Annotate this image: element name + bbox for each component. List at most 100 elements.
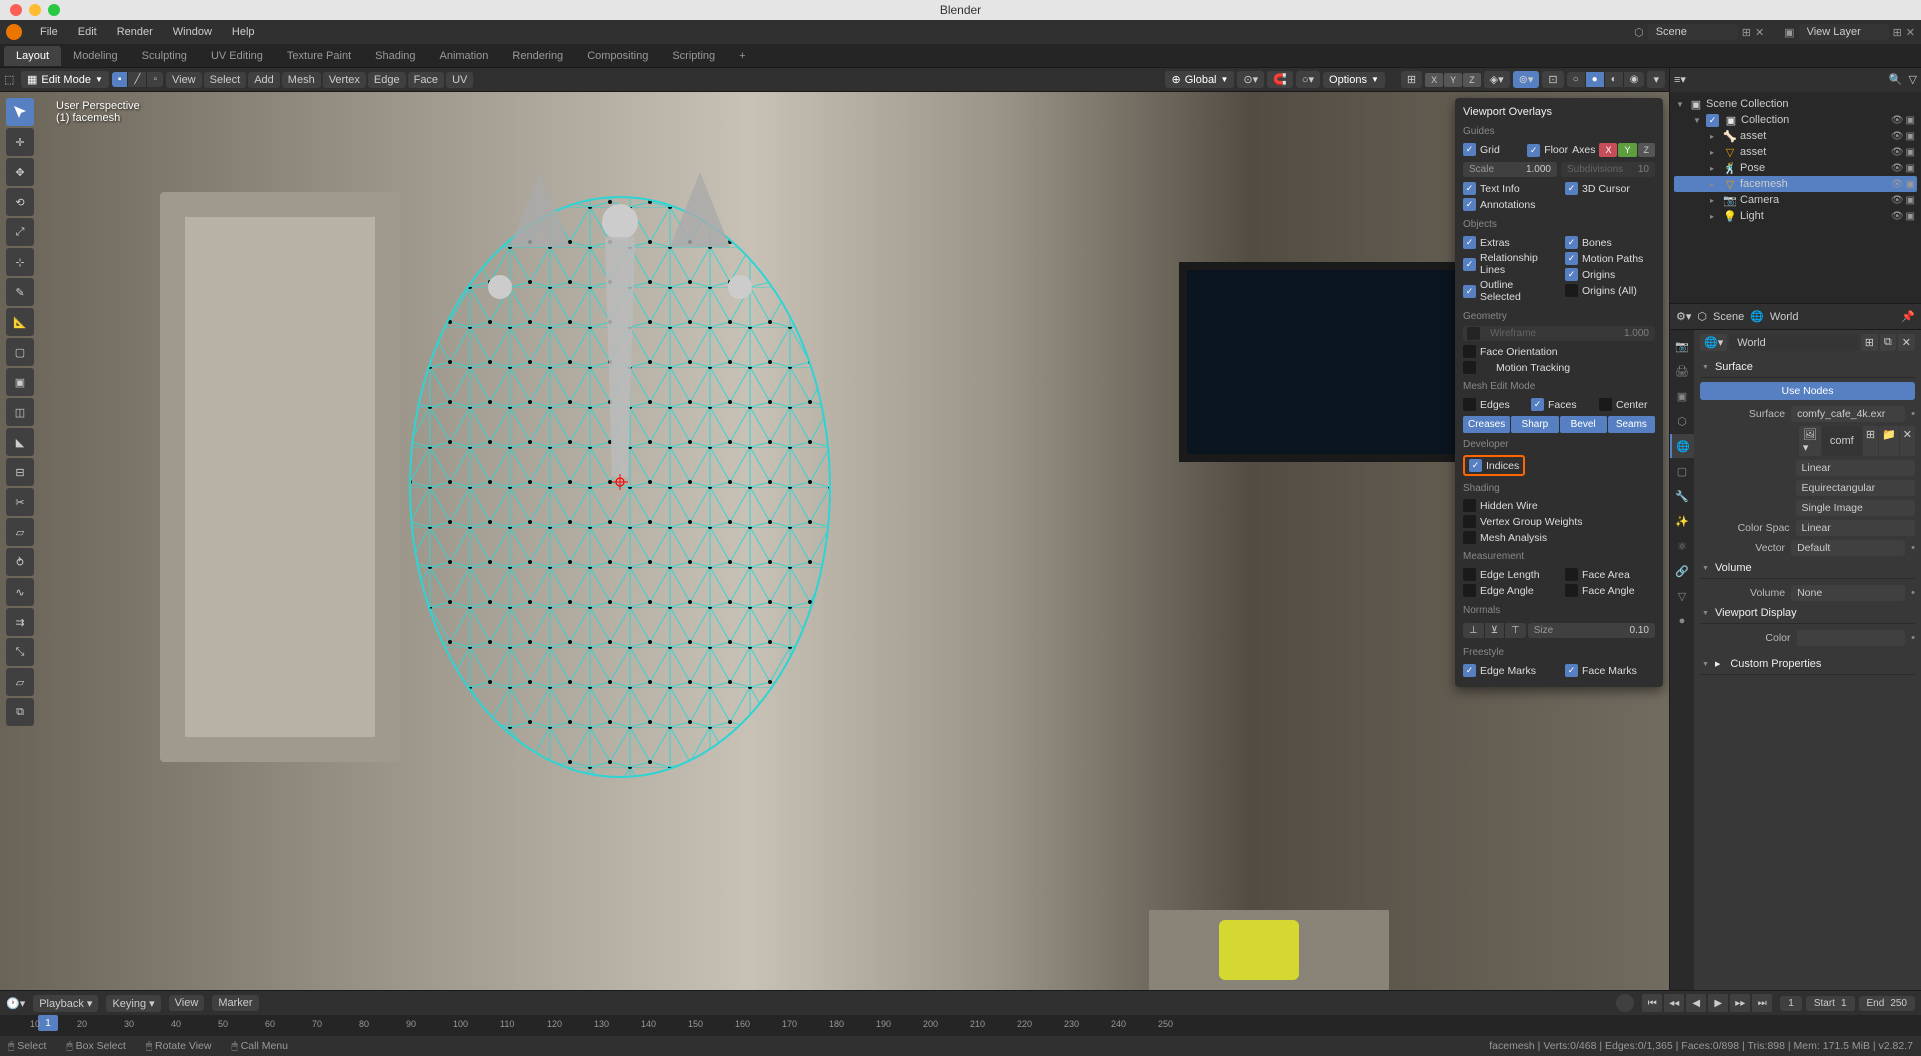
outliner-item-facemesh[interactable]: ▸▽facemesh👁▣ [1674, 176, 1917, 192]
shear-tool[interactable]: ▱ [6, 668, 34, 696]
visibility-icon[interactable]: 👁 [1891, 163, 1904, 174]
motiontrack-cb[interactable] [1463, 361, 1476, 374]
outliner-item-pose[interactable]: ▸🕺Pose👁▣ [1674, 160, 1917, 176]
start-frame[interactable]: Start1 [1806, 996, 1855, 1011]
wireframe-shading[interactable]: ○ [1567, 72, 1585, 87]
annotate-tool[interactable]: ✎ [6, 278, 34, 306]
select-box-tool[interactable] [6, 98, 34, 126]
axis-z-toggle[interactable]: Z [1463, 73, 1481, 87]
props-type-icon[interactable]: ⚙▾ [1676, 310, 1691, 323]
faceorient-cb[interactable] [1463, 345, 1476, 358]
workspace-sculpting[interactable]: Sculpting [130, 46, 199, 66]
timeline-type-icon[interactable]: 🕐▾ [6, 997, 25, 1010]
object-tab[interactable]: ▢ [1670, 459, 1694, 483]
add-cube-tool[interactable]: ▢ [6, 338, 34, 366]
grid-checkbox[interactable] [1463, 143, 1476, 156]
menu-render[interactable]: Render [107, 23, 163, 41]
vpmenu-add[interactable]: Add [248, 72, 280, 88]
delete-viewlayer-icon[interactable]: ✕ [1906, 26, 1915, 39]
tex-open[interactable]: 📁 [1879, 426, 1899, 456]
search-icon[interactable]: 🔍 [1887, 70, 1905, 88]
outliner-item-camera[interactable]: ▸📷Camera👁▣ [1674, 192, 1917, 208]
hwire-cb[interactable] [1463, 499, 1476, 512]
axis-x-pill[interactable]: X [1599, 143, 1617, 157]
world-browse-icon[interactable]: 🌐▾ [1700, 334, 1727, 351]
workspace-layout[interactable]: Layout [4, 46, 61, 66]
textinfo-cb[interactable] [1463, 182, 1476, 195]
normal-vert[interactable]: ⊥ [1463, 623, 1484, 638]
normal-split[interactable]: ⊻ [1484, 623, 1504, 638]
axis-y-toggle[interactable]: Y [1444, 73, 1462, 87]
rotate-tool[interactable]: ⟲ [6, 188, 34, 216]
maximize-window-button[interactable] [48, 4, 60, 16]
eang-cb[interactable] [1463, 584, 1476, 597]
workspace-shading[interactable]: Shading [363, 46, 427, 66]
bevel-toggle[interactable]: Bevel [1560, 416, 1607, 433]
bevel-tool[interactable]: ◣ [6, 428, 34, 456]
constraint-tab[interactable]: 🔗 [1670, 559, 1694, 583]
emarks-cb[interactable] [1463, 664, 1476, 677]
workspace-modeling[interactable]: Modeling [61, 46, 130, 66]
vector-select[interactable]: Default [1791, 540, 1905, 556]
cursor3d-cb[interactable] [1565, 182, 1578, 195]
pin-icon[interactable]: 📌 [1901, 310, 1915, 323]
material-tab[interactable]: ● [1670, 609, 1694, 633]
seams-toggle[interactable]: Seams [1608, 416, 1655, 433]
loop-cut-tool[interactable]: ⊟ [6, 458, 34, 486]
proj-select[interactable]: Equirectangular [1796, 480, 1915, 496]
custom-props-header[interactable]: ▶Custom Properties [1700, 654, 1915, 675]
gizmo-dropdown[interactable]: ◈▾ [1484, 71, 1510, 88]
use-nodes-button[interactable]: Use Nodes [1700, 382, 1915, 400]
bones-cb[interactable] [1565, 236, 1578, 249]
close-window-button[interactable] [10, 4, 22, 16]
faces-cb[interactable] [1531, 398, 1544, 411]
floor-checkbox[interactable] [1527, 144, 1540, 157]
blender-logo-icon[interactable] [6, 24, 22, 40]
outliner[interactable]: ▼▣Scene Collection ▼▣Collection👁▣ ▸🦴asse… [1670, 92, 1921, 304]
new-viewlayer-icon[interactable]: ⊞ [1893, 26, 1902, 39]
vpmenu-face[interactable]: Face [408, 72, 444, 88]
fmarks-cb[interactable] [1565, 664, 1578, 677]
viewlayer-input[interactable] [1799, 24, 1889, 40]
jump-end-button[interactable]: ⏭ [1752, 994, 1772, 1012]
measure-tool[interactable]: 📐 [6, 308, 34, 336]
autokey-toggle[interactable] [1616, 994, 1634, 1012]
current-frame[interactable]: 1 [1780, 996, 1802, 1011]
menu-window[interactable]: Window [163, 23, 222, 41]
tex-unlink[interactable]: ✕ [1900, 426, 1915, 456]
colorspace-select[interactable]: Linear [1796, 520, 1915, 536]
inset-faces-tool[interactable]: ◫ [6, 398, 34, 426]
workspace-rendering[interactable]: Rendering [500, 46, 575, 66]
shading-dropdown[interactable]: ▾ [1647, 71, 1665, 88]
menu-edit[interactable]: Edit [68, 23, 107, 41]
proportional-edit[interactable]: ○▾ [1296, 71, 1320, 88]
tex-new[interactable]: ⊞ [1863, 426, 1878, 456]
scale-tool[interactable]: ⤢ [6, 218, 34, 246]
vpmenu-mesh[interactable]: Mesh [282, 72, 321, 88]
outliner-item-light[interactable]: ▸💡Light👁▣ [1674, 208, 1917, 224]
rip-tool[interactable]: ⧉ [6, 698, 34, 726]
interp-select[interactable]: Linear [1796, 460, 1915, 476]
scene-name-input[interactable] [1648, 24, 1738, 40]
transform-tool[interactable]: ⊹ [6, 248, 34, 276]
delete-scene-icon[interactable]: ✕ [1755, 26, 1764, 39]
keying-menu[interactable]: Keying ▾ [106, 995, 160, 1012]
end-frame[interactable]: End250 [1859, 996, 1915, 1011]
new-scene-icon[interactable]: ⊞ [1742, 26, 1751, 39]
vpmenu-uv[interactable]: UV [446, 72, 473, 88]
axis-x-toggle[interactable]: X [1425, 73, 1443, 87]
playback-menu[interactable]: Playback ▾ [33, 995, 98, 1012]
world-tab[interactable]: 🌐 [1670, 434, 1694, 458]
rellines-cb[interactable] [1463, 258, 1476, 271]
knife-tool[interactable]: ✂ [6, 488, 34, 516]
elen-cb[interactable] [1463, 568, 1476, 581]
workspace-texture-paint[interactable]: Texture Paint [275, 46, 363, 66]
volume-panel-header[interactable]: Volume [1700, 558, 1915, 579]
mesh-tab[interactable]: ▽ [1670, 584, 1694, 608]
creases-toggle[interactable]: Creases [1463, 416, 1510, 433]
mpaths-cb[interactable] [1565, 252, 1578, 265]
editor-type-icon[interactable]: ⬚ [4, 73, 18, 87]
scene-tab[interactable]: ⬡ [1670, 409, 1694, 433]
extrude-region-tool[interactable]: ▣ [6, 368, 34, 396]
unlink-world-icon[interactable]: ✕ [1898, 334, 1915, 351]
